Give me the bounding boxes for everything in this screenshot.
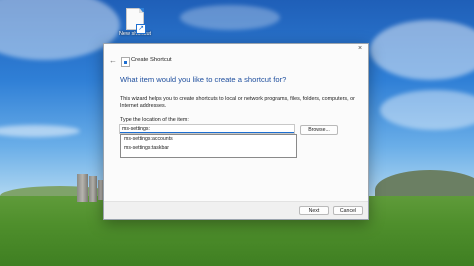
desktop-icon-label: New shortcut — [118, 31, 152, 37]
next-button[interactable]: Next — [299, 206, 329, 215]
shortcut-app-icon — [121, 57, 130, 67]
sky-cloud — [180, 5, 280, 30]
location-input[interactable] — [119, 124, 295, 134]
sky-cloud — [370, 20, 474, 80]
create-shortcut-dialog: ← Create Shortcut × What item would you … — [103, 43, 369, 220]
desktop-shortcut-item[interactable]: ↗ New shortcut — [118, 8, 152, 37]
sky-cloud — [0, 0, 120, 60]
autocomplete-list: ms-settings:accounts ms-settings:taskbar — [120, 134, 297, 158]
back-arrow-icon[interactable]: ← — [108, 56, 118, 66]
dialog-titlebar: ← Create Shortcut × — [104, 44, 368, 77]
standing-stone — [77, 174, 88, 202]
sky-cloud — [380, 90, 474, 130]
dialog-description: This wizard helps you to create shortcut… — [120, 96, 355, 109]
location-label: Type the location of the item: — [120, 117, 189, 123]
dialog-title: Create Shortcut — [131, 57, 172, 63]
browse-button[interactable]: Browse... — [300, 125, 338, 135]
cancel-button[interactable]: Cancel — [333, 206, 363, 215]
close-icon[interactable]: × — [355, 44, 365, 54]
autocomplete-item[interactable]: ms-settings:taskbar — [121, 144, 296, 153]
shortcut-file-icon: ↗ — [126, 8, 146, 34]
standing-stone — [89, 176, 97, 202]
sky-cloud — [0, 125, 80, 137]
dialog-heading: What item would you like to create a sho… — [120, 75, 287, 84]
autocomplete-item[interactable]: ms-settings:accounts — [121, 135, 296, 144]
dialog-footer: Next Cancel — [104, 201, 368, 219]
